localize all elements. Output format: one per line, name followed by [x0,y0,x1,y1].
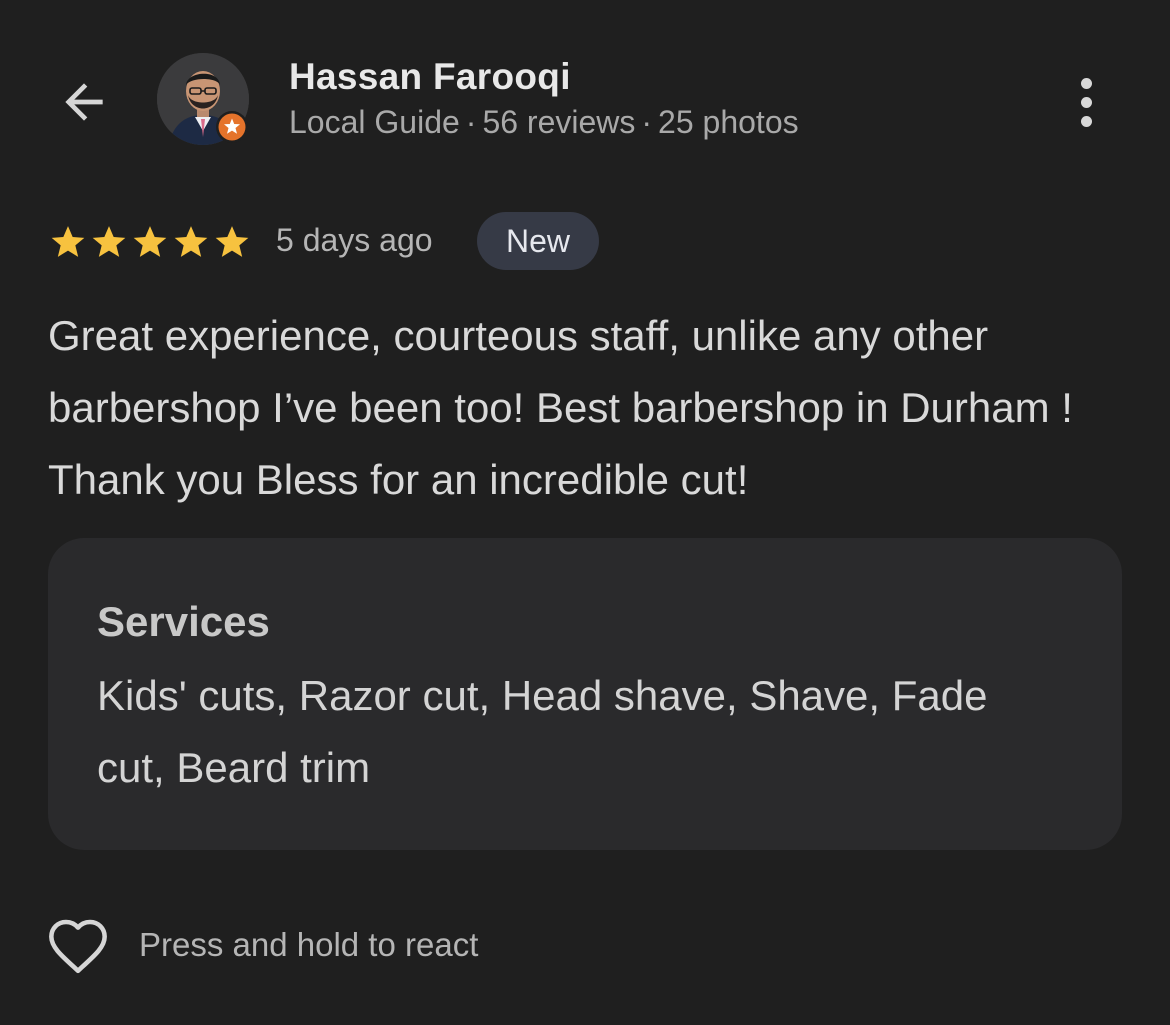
services-card: Services Kids' cuts, Razor cut, Head sha… [48,538,1122,850]
reviewer-level: Local Guide [289,104,460,140]
star-rating [48,222,252,262]
review-text: Great experience, courteous staff, unlik… [48,312,1073,503]
more-vert-icon-dot [1080,115,1092,127]
review-time: 5 days ago [276,222,433,258]
meta-separator: · [641,104,653,140]
meta-separator: · [465,104,477,140]
photos-count: 25 photos [658,104,799,140]
services-list: Kids' cuts, Razor cut, Head shave, Shave… [97,672,988,791]
arrow-left-icon [65,83,103,121]
star-icon [215,226,249,257]
local-guide-star-icon [215,110,249,144]
new-badge: New [477,212,599,270]
more-vert-icon [1080,77,1092,89]
services-title: Services [97,598,270,645]
react-hint: Press and hold to react [139,926,479,963]
more-vert-icon-dot [1080,96,1092,108]
star-icon [92,226,126,257]
heart-outline-icon [49,919,107,974]
reviews-count: 56 reviews [482,104,636,140]
reviewer-meta: Local Guide · 56 reviews · 25 photos [289,104,799,141]
star-icon [51,226,85,257]
react-button[interactable] [46,916,110,976]
star-icon [174,226,208,257]
star-icon [133,226,167,257]
back-button[interactable] [52,70,116,134]
reviewer-name[interactable]: Hassan Farooqi [289,56,571,98]
more-options-button[interactable] [1062,70,1110,134]
